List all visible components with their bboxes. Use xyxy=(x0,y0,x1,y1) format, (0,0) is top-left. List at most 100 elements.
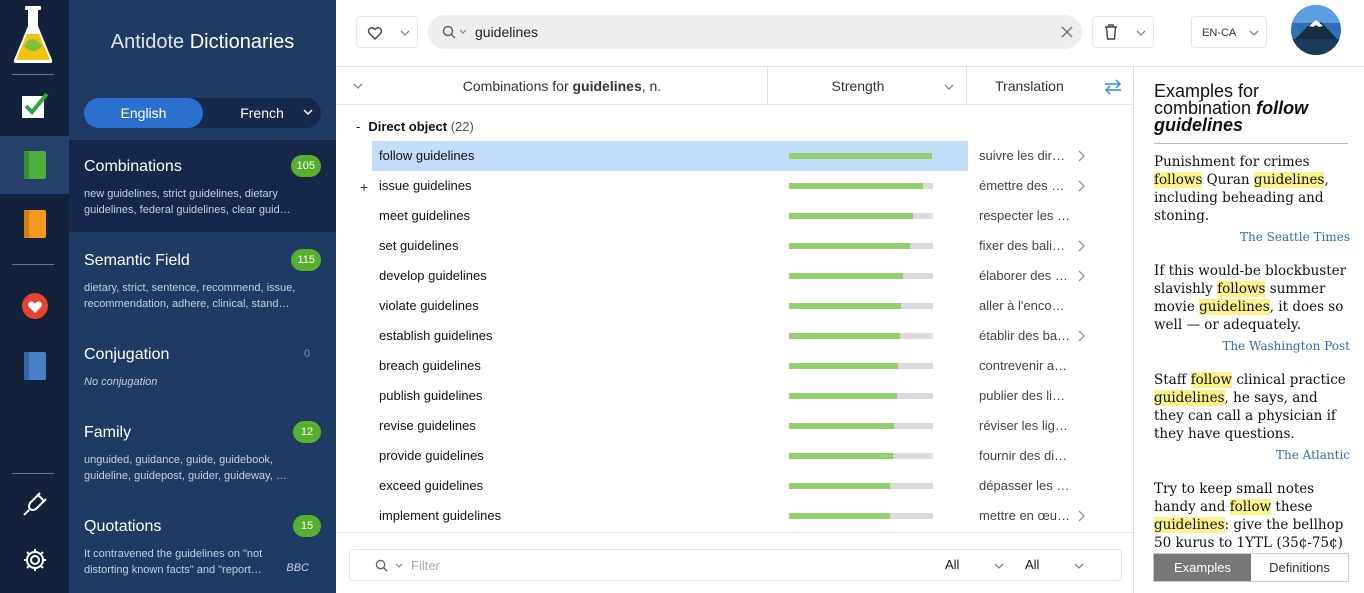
strength-column-header[interactable]: Strength xyxy=(768,67,967,105)
examples-panel: Examples for combination follow guidelin… xyxy=(1133,67,1364,593)
category-count-badge: 12 xyxy=(293,421,321,443)
group-count: (22) xyxy=(450,119,474,134)
group-name: Direct object xyxy=(368,119,448,134)
chevron-down-icon xyxy=(395,563,403,568)
strength-bar xyxy=(789,483,933,489)
examples-divider xyxy=(1154,143,1348,144)
heart-icon xyxy=(21,293,48,319)
category-count-badge: 115 xyxy=(291,249,321,271)
category-conjugation[interactable]: Conjugation 0 No conjugation xyxy=(69,320,336,400)
strength-bar xyxy=(789,423,933,429)
table-row[interactable]: + issue guidelines émettre des … xyxy=(336,171,1133,201)
locale-select[interactable]: EN-CA xyxy=(1191,16,1267,48)
rail-connectors-button[interactable] xyxy=(0,475,69,533)
table-row[interactable]: implement guidelines mettre en œu… xyxy=(336,501,1133,531)
tab-definitions[interactable]: Definitions xyxy=(1251,554,1348,581)
rail-favorites-button[interactable] xyxy=(0,277,69,335)
table-row[interactable]: set guidelines fixer des bali… xyxy=(336,231,1133,261)
chevron-down-icon[interactable] xyxy=(994,562,1004,570)
translation-text: élaborer des … xyxy=(979,268,1068,283)
group-header-direct-object[interactable]: - Direct object (22) xyxy=(356,119,474,134)
example-source-link[interactable]: The Washington Post xyxy=(1154,337,1350,355)
category-name: Combinations xyxy=(84,158,182,175)
filter-select-2[interactable]: All xyxy=(1025,557,1039,572)
category-combinations[interactable]: Combinations 105 new guidelines, strict … xyxy=(69,140,336,232)
strength-bar xyxy=(789,153,933,159)
example-source-link[interactable]: The Atlantic xyxy=(1154,446,1350,464)
blue-book-icon xyxy=(23,352,46,380)
collapse-icon[interactable]: - xyxy=(356,119,360,134)
clear-search-icon[interactable] xyxy=(1060,25,1074,39)
example-item: Staff follow clinical practice guideline… xyxy=(1154,371,1350,464)
rail-corrector-button[interactable] xyxy=(0,76,69,134)
trash-icon xyxy=(1105,24,1117,40)
table-row[interactable]: provide guidelines fournir des di… xyxy=(336,441,1133,471)
table-row[interactable]: publish guidelines publier des li… xyxy=(336,381,1133,411)
table-row[interactable]: exceed guidelines dépasser les … xyxy=(336,471,1133,501)
strength-bar xyxy=(789,453,933,459)
filter-input[interactable]: Filter xyxy=(411,558,440,573)
table-row[interactable]: follow guidelines suivre les dir… xyxy=(336,141,1133,171)
category-sidebar: Antidote Dictionaries English French Com… xyxy=(69,0,336,593)
rail-dictionaries-button[interactable] xyxy=(0,136,69,194)
app-title-part1: Antidote xyxy=(110,31,185,53)
category-family[interactable]: Family 12 unguided, guidance, guide, gui… xyxy=(69,400,336,496)
category-name: Quotations xyxy=(84,518,162,535)
translation-text: dépasser les … xyxy=(979,478,1070,493)
chevron-down-icon[interactable] xyxy=(1074,562,1084,570)
rail-settings-button[interactable] xyxy=(0,531,69,589)
translation-text: fixer des bali… xyxy=(979,238,1065,253)
search-field[interactable]: guidelines xyxy=(428,15,1082,49)
table-row[interactable]: develop guidelines élaborer des … xyxy=(336,261,1133,291)
favorite-button[interactable] xyxy=(356,16,418,48)
combinations-column-header[interactable]: Combinations for guidelines, n. xyxy=(336,67,768,105)
icon-rail xyxy=(0,0,69,593)
category-description: unguided, guidance, guide, guidebook, gu… xyxy=(84,454,287,482)
chevron-right-icon[interactable] xyxy=(1077,510,1085,522)
green-book-icon xyxy=(23,151,46,179)
strength-bar-fill xyxy=(789,363,899,369)
example-quote: Try to keep small notes handy and follow… xyxy=(1154,481,1344,551)
search-input[interactable]: guidelines xyxy=(475,24,538,40)
language-english-button[interactable]: English xyxy=(84,98,203,128)
translation-text: contrevenir a… xyxy=(979,358,1068,373)
rail-guides-button[interactable] xyxy=(0,195,69,253)
category-semantic-field[interactable]: Semantic Field 115 dietary, strict, sent… xyxy=(69,232,336,320)
rail-blue-book-button[interactable] xyxy=(0,337,69,395)
chevron-down-icon[interactable] xyxy=(303,107,313,117)
chevron-down-icon xyxy=(1249,30,1259,36)
category-description: It contravened the guidelines on "not di… xyxy=(84,548,263,576)
app-title-part2: Dictionaries xyxy=(184,31,295,53)
table-row[interactable]: violate guidelines aller à l'enco… xyxy=(336,291,1133,321)
chevron-right-icon[interactable] xyxy=(1077,330,1085,342)
table-row[interactable]: establish guidelines établir des ba… xyxy=(336,321,1133,351)
antidote-logo-icon[interactable] xyxy=(12,6,54,66)
table-row[interactable]: revise guidelines réviser les lig… xyxy=(336,411,1133,441)
chevron-right-icon[interactable] xyxy=(1077,270,1085,282)
example-quote: Punishment for crimes follows Quran guid… xyxy=(1154,154,1329,224)
combinations-title-word: guidelines xyxy=(572,78,642,94)
translation-text: respecter les … xyxy=(979,208,1071,223)
examples-title: Examples for combination follow guidelin… xyxy=(1154,82,1349,134)
expand-icon[interactable]: + xyxy=(360,179,368,195)
table-row[interactable]: meet guidelines respecter les … xyxy=(336,201,1133,231)
tab-examples[interactable]: Examples xyxy=(1154,554,1251,581)
top-toolbar: guidelines EN-CA xyxy=(336,0,1364,67)
chevron-right-icon[interactable] xyxy=(1077,150,1085,162)
chevron-right-icon[interactable] xyxy=(1077,180,1085,192)
orange-book-icon xyxy=(23,210,46,238)
translation-text: publier des li… xyxy=(979,388,1065,403)
filter-select-1[interactable]: All xyxy=(945,557,959,572)
strength-bar-fill xyxy=(789,243,910,249)
chevron-down-icon xyxy=(400,30,410,36)
category-quotations[interactable]: Quotations 15 It contravened the guideli… xyxy=(69,496,336,593)
category-name: Conjugation xyxy=(84,346,170,363)
user-avatar[interactable] xyxy=(1291,5,1341,55)
delete-button[interactable] xyxy=(1092,16,1154,48)
column-header: Combinations for guidelines, n. Strength… xyxy=(336,67,1133,105)
example-source-link[interactable]: The Seattle Times xyxy=(1154,228,1350,246)
chevron-right-icon[interactable] xyxy=(1077,240,1085,252)
swap-arrows-icon[interactable] xyxy=(1104,79,1122,95)
plug-icon xyxy=(22,492,47,516)
table-row[interactable]: breach guidelines contrevenir a… xyxy=(336,351,1133,381)
